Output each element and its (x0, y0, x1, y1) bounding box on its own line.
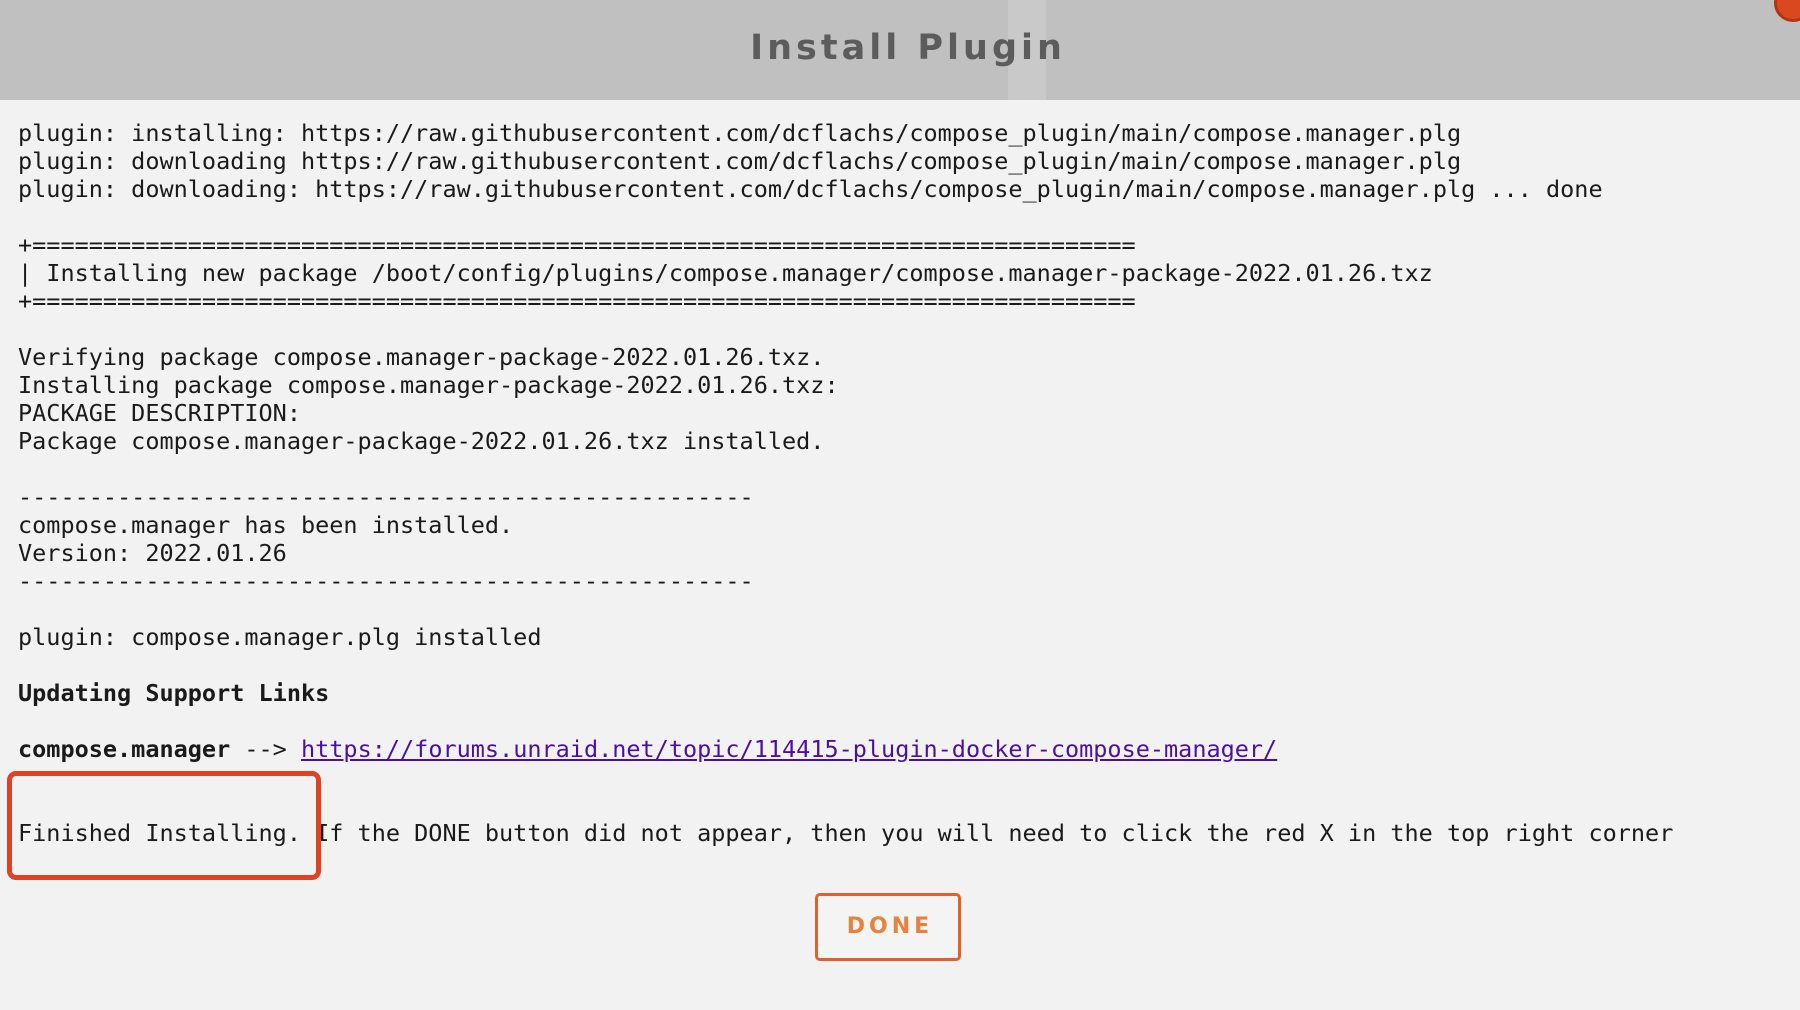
support-link-line: compose.manager --> https://forums.unrai… (18, 735, 1603, 763)
log-separator: ----------------------------------------… (18, 567, 754, 595)
log-blank-line (18, 455, 1603, 483)
install-log: plugin: installing: https://raw.githubus… (18, 119, 1603, 763)
log-line: PACKAGE DESCRIPTION: (18, 399, 301, 427)
log-line: Installing package compose.manager-packa… (18, 371, 839, 399)
dialog-titlebar: Install Plugin (0, 0, 1800, 100)
log-line: plugin: downloading: https://raw.githubu… (18, 175, 1603, 203)
log-separator: ----------------------------------------… (18, 483, 754, 511)
log-blank-line (18, 203, 1603, 231)
log-blank-line (18, 315, 1603, 343)
log-line: compose.manager has been installed. (18, 511, 514, 539)
log-separator: +=======================================… (18, 231, 1136, 259)
support-links-heading: Updating Support Links (18, 679, 330, 707)
log-line: plugin: downloading https://raw.githubus… (18, 147, 1462, 175)
support-arrow: --> (230, 735, 301, 763)
dialog-title: Install Plugin (750, 28, 1066, 68)
log-blank-line (18, 707, 1603, 735)
log-line: plugin: compose.manager.plg installed (18, 623, 542, 651)
log-line: Package compose.manager-package-2022.01.… (18, 427, 825, 455)
done-button[interactable]: DONE (815, 893, 961, 961)
log-line: | Installing new package /boot/config/pl… (18, 259, 1433, 287)
log-line: plugin: installing: https://raw.githubus… (18, 119, 1462, 147)
log-blank-line (18, 651, 1603, 679)
install-plugin-dialog: Install Plugin plugin: installing: https… (0, 0, 1800, 1010)
support-plugin-name: compose.manager (18, 735, 231, 763)
log-line: Verifying package compose.manager-packag… (18, 343, 825, 371)
log-separator: +=======================================… (18, 287, 1136, 315)
support-forum-link[interactable]: https://forums.unraid.net/topic/114415-p… (301, 735, 1277, 763)
log-blank-line (18, 595, 1603, 623)
highlight-annotation-box (7, 771, 321, 880)
log-line: Version: 2022.01.26 (18, 539, 287, 567)
